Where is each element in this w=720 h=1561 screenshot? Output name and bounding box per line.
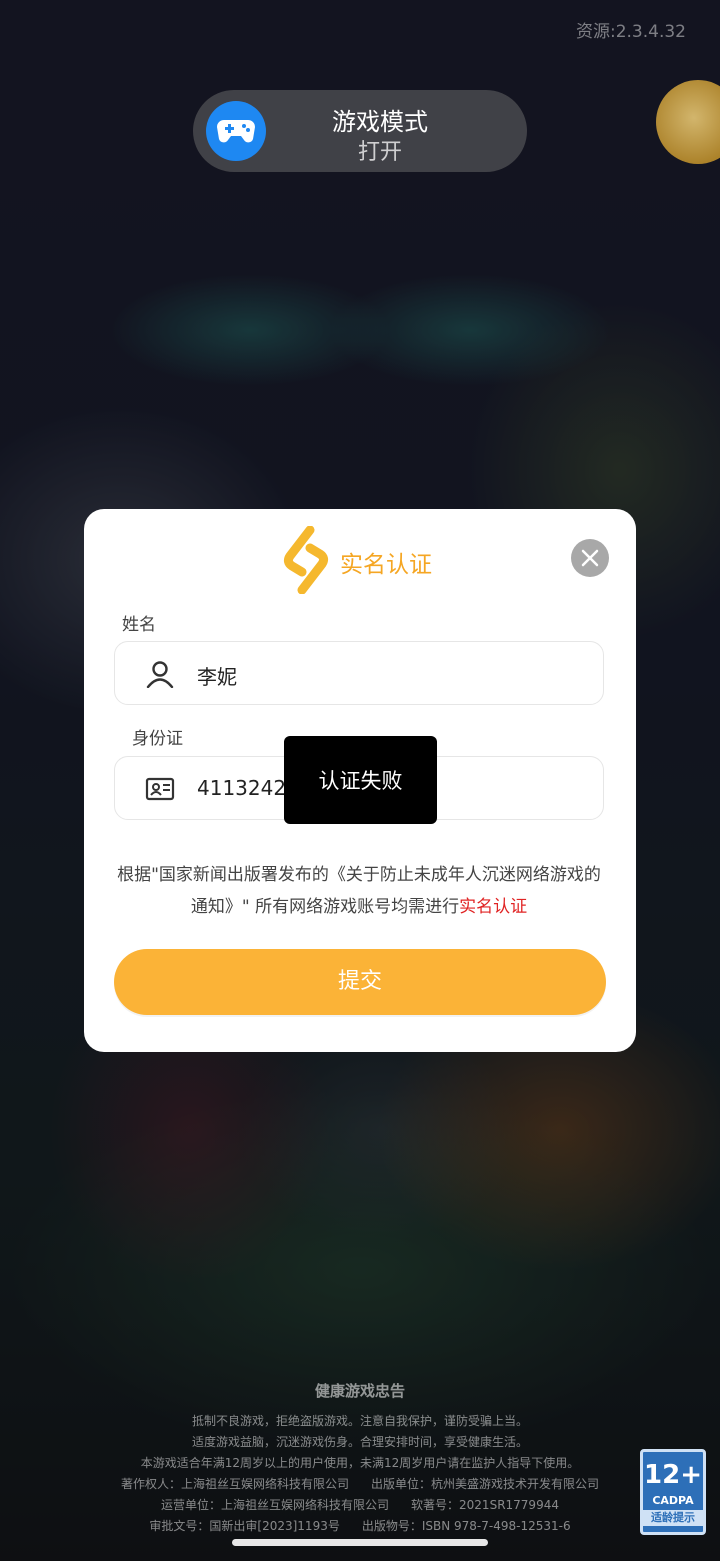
footer-line-3: 本游戏适合年满12周岁以上的用户使用，未满12周岁用户请在监护人指导下使用。: [140, 1456, 580, 1470]
software-number: 软著号：2021SR1779944: [411, 1498, 559, 1512]
name-value: 李妮: [197, 665, 237, 689]
operator: 运营单位：上海祖丝互娱网络科技有限公司: [161, 1498, 390, 1512]
footer-title: 健康游戏忠告: [314, 1382, 405, 1400]
footer-line-1: 抵制不良游戏，拒绝盗版游戏。注意自我保护，谨防受骗上当。: [191, 1414, 528, 1428]
home-indicator[interactable]: [232, 1539, 488, 1546]
user-icon: [146, 661, 174, 688]
submit-button[interactable]: 提交: [114, 949, 606, 1015]
age-rating-tip: 适龄提示: [643, 1510, 703, 1526]
resource-version: 资源:2.3.4.32: [575, 22, 686, 42]
game-mode-toggle[interactable]: 游戏模式 打开: [193, 90, 527, 172]
id-card-icon: [145, 777, 175, 801]
age-rating-badge: 12+ CADPA 适龄提示: [640, 1449, 706, 1535]
health-advisory-footer: 健康游戏忠告 抵制不良游戏，拒绝盗版游戏。注意自我保护，谨防受骗上当。 适度游戏…: [0, 1380, 720, 1537]
dialog-title: 实名认证: [340, 552, 432, 578]
error-toast: 认证失败: [284, 736, 437, 824]
footer-line-6: 审批文号：国新出审[2023]1193号 出版物号：ISBN 978-7-498-…: [0, 1516, 720, 1537]
close-icon: [581, 549, 599, 567]
isbn-number: 出版物号：ISBN 978-7-498-12531-6: [361, 1519, 571, 1533]
close-button[interactable]: [571, 539, 609, 577]
notice-highlight: 实名认证: [459, 897, 528, 917]
notice-text: 根据"国家新闻出版署发布的《关于防止未成年人沉迷网络游戏的通知》" 所有网络游戏…: [117, 865, 601, 917]
copyright-holder: 著作权人：上海祖丝互娱网络科技有限公司: [120, 1477, 349, 1491]
auth-notice: 根据"国家新闻出版署发布的《关于防止未成年人沉迷网络游戏的通知》" 所有网络游戏…: [114, 859, 604, 923]
name-label: 姓名: [122, 615, 156, 635]
footer-line-4: 著作权人：上海祖丝互娱网络科技有限公司 出版单位：杭州美盛游戏技术开发有限公司: [0, 1474, 720, 1495]
footer-line-5: 运营单位：上海祖丝互娱网络科技有限公司 软著号：2021SR1779944: [0, 1495, 720, 1516]
footer-line-2: 适度游戏益脑，沉迷游戏伤身。合理安排时间，享受健康生活。: [191, 1435, 528, 1449]
id-number-value: 4113242: [197, 776, 287, 800]
auth-logo-icon: [283, 526, 329, 594]
id-label: 身份证: [132, 729, 183, 749]
game-mode-status: 打开: [357, 140, 402, 165]
game-mode-title: 游戏模式: [332, 108, 428, 136]
age-rating-value: 12+: [644, 1460, 702, 1490]
age-rating-org: CADPA: [652, 1494, 694, 1507]
name-field[interactable]: 李妮: [114, 641, 604, 705]
approval-number: 审批文号：国新出审[2023]1193号: [149, 1519, 340, 1533]
publisher: 出版单位：杭州美盛游戏技术开发有限公司: [371, 1477, 600, 1491]
